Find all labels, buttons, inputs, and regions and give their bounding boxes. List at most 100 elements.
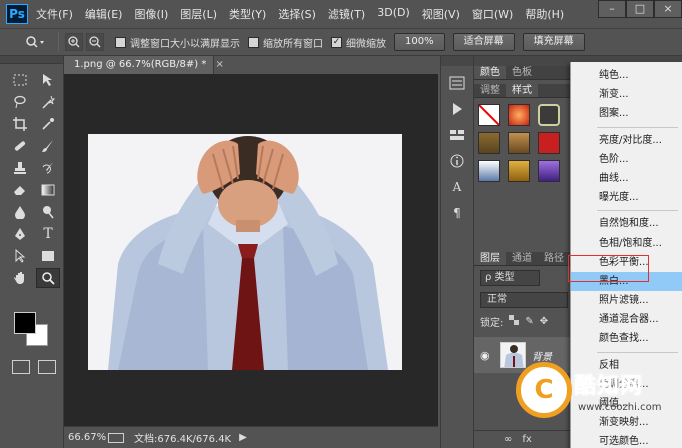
menu-image[interactable]: 图像(I) bbox=[134, 6, 168, 22]
tab-paths[interactable]: 路径 bbox=[538, 252, 570, 265]
paragraph-panel-icon[interactable]: ¶ bbox=[447, 204, 467, 222]
close-button[interactable]: × bbox=[654, 0, 682, 18]
document-tab[interactable]: 1.png @ 66.7%(RGB/8#) * × bbox=[64, 56, 224, 74]
screen-mode-icon[interactable] bbox=[38, 360, 56, 374]
menu-item-solid-color[interactable]: 纯色... bbox=[571, 66, 682, 85]
menu-item-pattern[interactable]: 图案... bbox=[571, 104, 682, 123]
pen-tool-icon[interactable] bbox=[8, 224, 32, 244]
tab-swatches[interactable]: 色板 bbox=[506, 66, 538, 79]
hand-tool-icon[interactable] bbox=[8, 268, 32, 288]
menu-3d[interactable]: 3D(D) bbox=[377, 6, 410, 22]
menu-help[interactable]: 帮助(H) bbox=[525, 6, 564, 22]
menu-item-color-lookup[interactable]: 颜色查找... bbox=[571, 329, 682, 348]
zoom-tool-icon[interactable] bbox=[36, 268, 60, 288]
style-swatch[interactable] bbox=[538, 104, 560, 126]
checkbox-box[interactable] bbox=[248, 36, 259, 48]
zoom-in-icon[interactable] bbox=[65, 33, 83, 51]
tab-styles[interactable]: 样式 bbox=[506, 84, 538, 97]
marquee-tool-icon[interactable] bbox=[8, 70, 32, 90]
menu-item-photo-filter[interactable]: 照片滤镜... bbox=[571, 291, 682, 310]
menu-item-channel-mixer[interactable]: 通道混合器... bbox=[571, 310, 682, 329]
rectangle-tool-icon[interactable] bbox=[36, 246, 60, 266]
tab-layers[interactable]: 图层 bbox=[474, 252, 506, 265]
tab-color[interactable]: 颜色 bbox=[474, 66, 506, 79]
checkbox-checked[interactable]: ✓ bbox=[331, 36, 342, 48]
menu-item-vibrance[interactable]: 自然饱和度... bbox=[571, 214, 682, 233]
magic-wand-tool-icon[interactable] bbox=[36, 92, 60, 112]
tab-adjustments[interactable]: 调整 bbox=[474, 84, 506, 97]
style-swatch[interactable] bbox=[538, 132, 560, 154]
menu-item-hue-saturation[interactable]: 色相/饱和度... bbox=[571, 234, 682, 253]
menu-item-black-white[interactable]: 黑白... bbox=[571, 271, 682, 292]
lock-pixels-icon[interactable]: ✎ bbox=[525, 316, 533, 327]
maximize-button[interactable]: □ bbox=[626, 0, 654, 18]
panel-grip[interactable] bbox=[441, 56, 473, 66]
canvas-photo[interactable] bbox=[88, 134, 402, 370]
history-panel-icon[interactable] bbox=[447, 74, 467, 92]
layer-style-icon[interactable]: fx bbox=[522, 434, 531, 445]
history-brush-tool-icon[interactable] bbox=[36, 158, 60, 178]
zoom-out-icon[interactable] bbox=[86, 33, 104, 51]
quick-mask-icon[interactable] bbox=[12, 360, 30, 374]
character-panel-icon[interactable]: A bbox=[447, 178, 467, 196]
properties-panel-icon[interactable] bbox=[447, 126, 467, 144]
zoom-all-windows-checkbox[interactable]: 缩放所有窗口 bbox=[248, 35, 323, 50]
dodge-tool-icon[interactable] bbox=[36, 202, 60, 222]
path-selection-tool-icon[interactable] bbox=[8, 246, 32, 266]
type-tool-icon[interactable]: T bbox=[36, 224, 60, 244]
menu-item-levels[interactable]: 色阶... bbox=[571, 150, 682, 169]
menu-view[interactable]: 视图(V) bbox=[422, 6, 460, 22]
menu-type[interactable]: 类型(Y) bbox=[229, 6, 266, 22]
doc-profile-icon[interactable] bbox=[108, 432, 124, 443]
zoom-tool-preset-icon[interactable] bbox=[20, 31, 52, 53]
checkbox-box[interactable] bbox=[115, 36, 126, 48]
status-menu-arrow-icon[interactable]: ▶ bbox=[239, 432, 247, 443]
eyedropper-tool-icon[interactable] bbox=[36, 114, 60, 134]
scrubby-zoom-checkbox[interactable]: ✓ 细微缩放 bbox=[331, 35, 386, 50]
blur-tool-icon[interactable] bbox=[8, 202, 32, 222]
style-swatch[interactable] bbox=[508, 104, 530, 126]
lock-transparent-icon[interactable] bbox=[509, 315, 520, 328]
style-swatch[interactable] bbox=[538, 160, 560, 182]
menu-edit[interactable]: 编辑(E) bbox=[85, 6, 123, 22]
fit-screen-button[interactable]: 适合屏幕 bbox=[452, 33, 515, 51]
menu-item-color-balance[interactable]: 色彩平衡... bbox=[571, 253, 682, 272]
menu-layer[interactable]: 图层(L) bbox=[180, 6, 217, 22]
menu-item-brightness-contrast[interactable]: 亮度/对比度... bbox=[571, 131, 682, 150]
crop-tool-icon[interactable] bbox=[8, 114, 32, 134]
style-none-swatch[interactable] bbox=[478, 104, 500, 126]
tab-channels[interactable]: 通道 bbox=[506, 252, 538, 265]
style-swatch[interactable] bbox=[508, 132, 530, 154]
resize-windows-checkbox[interactable]: 调整窗口大小以满屏显示 bbox=[115, 35, 240, 50]
menu-item-selective-color[interactable]: 可选颜色... bbox=[571, 432, 682, 448]
menu-filter[interactable]: 滤镜(T) bbox=[328, 6, 365, 22]
fill-screen-button[interactable]: 填充屏幕 bbox=[522, 33, 585, 51]
healing-brush-tool-icon[interactable] bbox=[8, 136, 32, 156]
style-swatch[interactable] bbox=[508, 160, 530, 182]
visibility-eye-icon[interactable]: ◉ bbox=[480, 349, 494, 362]
menu-item-gradient[interactable]: 渐变... bbox=[571, 85, 682, 104]
panel-grip[interactable] bbox=[0, 56, 63, 64]
canvas-area[interactable] bbox=[64, 74, 438, 426]
menu-file[interactable]: 文件(F) bbox=[36, 6, 73, 22]
link-layers-icon[interactable]: ∞ bbox=[504, 434, 512, 445]
lasso-tool-icon[interactable] bbox=[8, 92, 32, 112]
info-panel-icon[interactable] bbox=[447, 152, 467, 170]
actual-pixels-button[interactable]: 100% bbox=[394, 33, 445, 51]
brush-tool-icon[interactable] bbox=[36, 136, 60, 156]
close-tab-icon[interactable]: × bbox=[216, 59, 224, 70]
clone-stamp-tool-icon[interactable] bbox=[8, 158, 32, 178]
layer-filter-select[interactable]: ρ 类型 bbox=[480, 270, 540, 286]
style-swatch[interactable] bbox=[478, 160, 500, 182]
menu-select[interactable]: 选择(S) bbox=[278, 6, 316, 22]
move-tool-icon[interactable] bbox=[36, 70, 60, 90]
foreground-color-swatch[interactable] bbox=[14, 312, 36, 334]
blend-mode-select[interactable]: 正常 bbox=[480, 292, 568, 308]
menu-item-curves[interactable]: 曲线... bbox=[571, 169, 682, 188]
actions-panel-icon[interactable] bbox=[447, 100, 467, 118]
menu-item-exposure[interactable]: 曝光度... bbox=[571, 188, 682, 207]
eraser-tool-icon[interactable] bbox=[8, 180, 32, 200]
zoom-level[interactable]: 66.67% bbox=[68, 432, 108, 443]
minimize-button[interactable]: – bbox=[598, 0, 626, 18]
lock-position-icon[interactable]: ✥ bbox=[540, 316, 548, 327]
